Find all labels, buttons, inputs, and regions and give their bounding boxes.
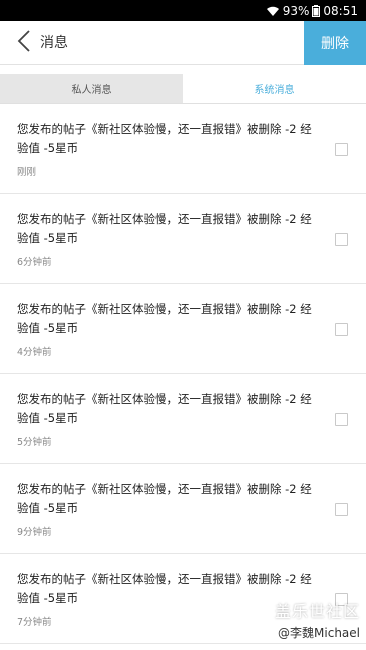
list-item[interactable]: 您发布的帖子《新社区体验慢，还一直报错》被删除 -2 经验值 -5星币 9分钟前 xyxy=(0,464,366,554)
list-item[interactable]: 您发布的帖子《新社区体验慢，还一直报错》被删除 -2 经验值 -5星币 4分钟前 xyxy=(0,284,366,374)
message-text: 您发布的帖子《新社区体验慢，还一直报错》被删除 -2 经验值 -5星币 xyxy=(17,212,312,245)
select-checkbox[interactable] xyxy=(335,143,348,156)
list-item[interactable]: 您发布的帖子《新社区体验慢，还一直报错》被删除 -2 经验值 -5星币 5分钟前 xyxy=(0,374,366,464)
message-time: 9分钟前 xyxy=(17,527,52,538)
wifi-icon xyxy=(266,5,280,17)
delete-button[interactable]: 删除 xyxy=(304,21,366,65)
message-text: 您发布的帖子《新社区体验慢，还一直报错》被删除 -2 经验值 -5星币 xyxy=(17,392,312,425)
tab-private-messages[interactable]: 私人消息 xyxy=(0,74,183,103)
watermark-user: @李魏Michael xyxy=(278,626,360,640)
list-item[interactable]: 您发布的帖子《新社区体验慢，还一直报错》被删除 -2 经验值 -5星币 刚刚 xyxy=(0,104,366,194)
status-bar: 93% 08:51 xyxy=(0,0,366,21)
tab-system-messages[interactable]: 系统消息 xyxy=(183,74,366,103)
select-checkbox[interactable] xyxy=(335,233,348,246)
battery-percent: 93% xyxy=(282,3,310,18)
battery-icon xyxy=(312,4,321,17)
message-time: 刚刚 xyxy=(17,167,37,178)
watermark-title: 盖乐世社区 xyxy=(274,602,360,621)
select-checkbox[interactable] xyxy=(335,503,348,516)
back-button[interactable] xyxy=(10,29,38,57)
app-header: 消息 删除 xyxy=(0,21,366,65)
page-title: 消息 xyxy=(40,35,68,51)
list-item[interactable]: 您发布的帖子《新社区体验慢，还一直报错》被删除 -2 经验值 -5星币 6分钟前 xyxy=(0,194,366,284)
message-text: 您发布的帖子《新社区体验慢，还一直报错》被删除 -2 经验值 -5星币 xyxy=(17,302,312,335)
message-time: 6分钟前 xyxy=(17,257,52,268)
message-text: 您发布的帖子《新社区体验慢，还一直报错》被删除 -2 经验值 -5星币 xyxy=(17,122,312,155)
message-time: 7分钟前 xyxy=(17,617,52,628)
message-list: 您发布的帖子《新社区体验慢，还一直报错》被删除 -2 经验值 -5星币 刚刚 您… xyxy=(0,104,366,644)
message-tabs: 私人消息 系统消息 xyxy=(0,74,366,104)
select-checkbox[interactable] xyxy=(335,413,348,426)
chevron-left-icon xyxy=(16,29,32,57)
status-time: 08:51 xyxy=(323,3,358,18)
watermark: 盖乐世社区 @李魏Michael xyxy=(275,598,360,641)
message-text: 您发布的帖子《新社区体验慢，还一直报错》被删除 -2 经验值 -5星币 xyxy=(17,572,312,605)
message-time: 5分钟前 xyxy=(17,437,52,448)
select-checkbox[interactable] xyxy=(335,323,348,336)
message-text: 您发布的帖子《新社区体验慢，还一直报错》被删除 -2 经验值 -5星币 xyxy=(17,482,312,515)
message-time: 4分钟前 xyxy=(17,347,52,358)
